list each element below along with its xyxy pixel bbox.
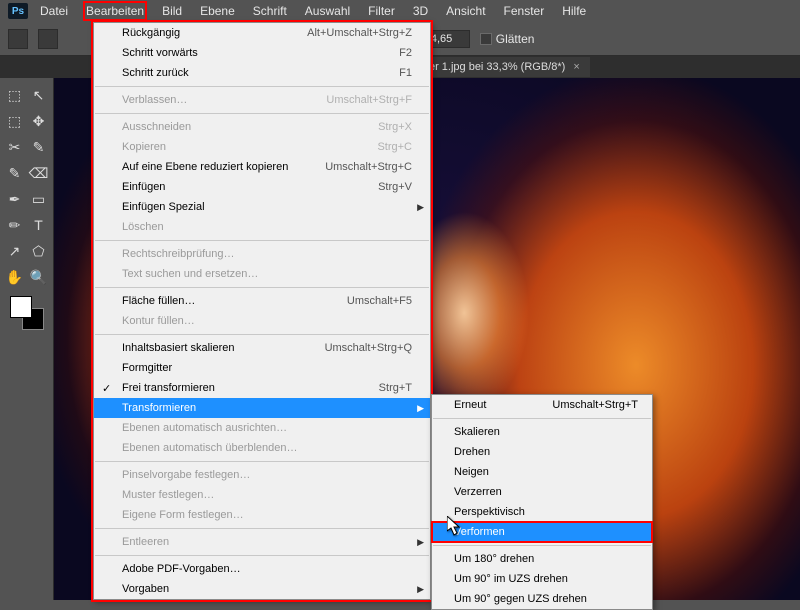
transform-item-5[interactable]: Verzerren [432, 482, 652, 502]
foreground-color[interactable] [10, 296, 32, 318]
tool-4[interactable]: ✂ [4, 136, 26, 158]
edit-item-28: Eigene Form festlegen… [94, 505, 430, 525]
tool-5[interactable]: ✎ [28, 136, 50, 158]
edit-item-8[interactable]: Auf eine Ebene reduziert kopierenUmschal… [94, 157, 430, 177]
transform-item-11[interactable]: Um 90° gegen UZS drehen [432, 589, 652, 609]
transform-item-7[interactable]: Verformen [432, 522, 652, 542]
edit-item-17: Kontur füllen… [94, 311, 430, 331]
transform-item-6[interactable]: Perspektivisch [432, 502, 652, 522]
menu-ansicht[interactable]: Ansicht [446, 4, 485, 18]
edit-menu-dropdown: RückgängigAlt+Umschalt+Strg+ZSchritt vor… [93, 22, 431, 600]
edit-item-30: Entleeren▶ [94, 532, 430, 552]
tool-3[interactable]: ✥ [28, 110, 50, 132]
menubar: Ps Datei Bearbeiten Bild Ebene Schrift A… [0, 0, 800, 22]
edit-item-11: Löschen [94, 217, 430, 237]
tool-2[interactable]: ⬚ [4, 110, 26, 132]
edit-item-14: Text suchen und ersetzen… [94, 264, 430, 284]
menu-filter[interactable]: Filter [368, 4, 395, 18]
close-icon[interactable]: × [573, 61, 579, 73]
edit-item-19[interactable]: Inhaltsbasiert skalierenUmschalt+Strg+Q [94, 338, 430, 358]
tool-15[interactable]: 🔍 [28, 266, 50, 288]
edit-item-4: Verblassen…Umschalt+Strg+F [94, 90, 430, 110]
transform-item-3[interactable]: Drehen [432, 442, 652, 462]
edit-item-20[interactable]: Formgitter [94, 358, 430, 378]
tool-1[interactable]: ↖ [28, 84, 50, 106]
edit-item-23: Ebenen automatisch ausrichten… [94, 418, 430, 438]
menu-ebene[interactable]: Ebene [200, 4, 235, 18]
mouse-cursor [447, 516, 463, 536]
edit-item-21[interactable]: ✓Frei transformierenStrg+T [94, 378, 430, 398]
tools-panel: ⬚↖⬚✥✂✎✎⌫✒▭✏T↗⬠✋🔍 [0, 78, 54, 600]
edit-item-2[interactable]: Schritt zurückF1 [94, 63, 430, 83]
smooth-option[interactable]: Glätten [480, 32, 535, 46]
tool-preset-icon[interactable] [8, 29, 28, 49]
transform-item-10[interactable]: Um 90° im UZS drehen [432, 569, 652, 589]
tool-10[interactable]: ✏ [4, 214, 26, 236]
grid-icon[interactable] [38, 29, 58, 49]
tool-7[interactable]: ⌫ [28, 162, 50, 184]
edit-item-0[interactable]: RückgängigAlt+Umschalt+Strg+Z [94, 23, 430, 43]
menu-bearbeiten[interactable]: Bearbeiten [86, 4, 144, 18]
menu-schrift[interactable]: Schrift [253, 4, 287, 18]
menu-bild[interactable]: Bild [162, 4, 182, 18]
menu-datei[interactable]: Datei [40, 4, 68, 18]
tool-0[interactable]: ⬚ [4, 84, 26, 106]
edit-item-27: Muster festlegen… [94, 485, 430, 505]
tool-9[interactable]: ▭ [28, 188, 50, 210]
color-swatches[interactable] [10, 296, 44, 330]
tool-14[interactable]: ✋ [4, 266, 26, 288]
transform-item-0[interactable]: ErneutUmschalt+Strg+T [432, 395, 652, 415]
smooth-label: Glätten [496, 32, 535, 46]
edit-item-26: Pinselvorgabe festlegen… [94, 465, 430, 485]
transform-item-9[interactable]: Um 180° drehen [432, 549, 652, 569]
menu-hilfe[interactable]: Hilfe [562, 4, 586, 18]
tool-12[interactable]: ↗ [4, 240, 26, 262]
app-logo: Ps [8, 3, 28, 19]
edit-item-22[interactable]: Transformieren▶ [94, 398, 430, 418]
edit-item-9[interactable]: EinfügenStrg+V [94, 177, 430, 197]
tool-11[interactable]: T [28, 214, 50, 236]
edit-item-6: AusschneidenStrg+X [94, 117, 430, 137]
edit-item-16[interactable]: Fläche füllen…Umschalt+F5 [94, 291, 430, 311]
menu-fenster[interactable]: Fenster [504, 4, 545, 18]
edit-item-7: KopierenStrg+C [94, 137, 430, 157]
tool-13[interactable]: ⬠ [28, 240, 50, 262]
menu-3d[interactable]: 3D [413, 4, 428, 18]
tool-8[interactable]: ✒ [4, 188, 26, 210]
edit-item-24: Ebenen automatisch überblenden… [94, 438, 430, 458]
edit-item-32[interactable]: Adobe PDF-Vorgaben… [94, 559, 430, 579]
edit-item-1[interactable]: Schritt vorwärtsF2 [94, 43, 430, 63]
menu-auswahl[interactable]: Auswahl [305, 4, 350, 18]
tool-6[interactable]: ✎ [4, 162, 26, 184]
edit-item-33[interactable]: Vorgaben▶ [94, 579, 430, 599]
edit-item-10[interactable]: Einfügen Spezial▶ [94, 197, 430, 217]
edit-item-13: Rechtschreibprüfung… [94, 244, 430, 264]
transform-submenu: ErneutUmschalt+Strg+T SkalierenDrehenNeig… [431, 394, 653, 610]
transform-item-4[interactable]: Neigen [432, 462, 652, 482]
tab-label: Feuer 1.jpg bei 33,3% (RGB/8*) [410, 61, 565, 73]
smooth-checkbox[interactable] [480, 33, 492, 45]
transform-item-2[interactable]: Skalieren [432, 422, 652, 442]
